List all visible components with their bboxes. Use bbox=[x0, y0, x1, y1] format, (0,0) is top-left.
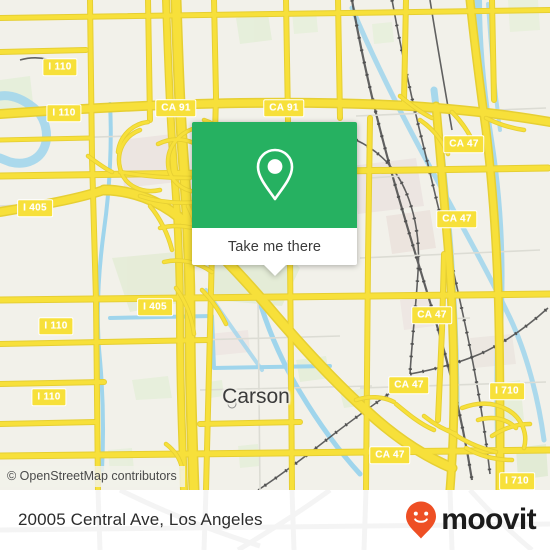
osm-attribution[interactable]: © OpenStreetMap contributors bbox=[0, 466, 185, 488]
highway-shield: I 110 bbox=[46, 104, 82, 122]
highway-shield: I 710 bbox=[489, 382, 525, 400]
highway-shield: CA 47 bbox=[388, 376, 430, 394]
footer-content: 20005 Central Ave, Los Angeles moovit bbox=[0, 490, 550, 550]
location-popup-card[interactable]: Take me there bbox=[192, 122, 357, 276]
moovit-wordmark: moovit bbox=[441, 503, 536, 536]
moovit-smiley-pin-icon bbox=[406, 501, 437, 539]
popup-action-bar[interactable]: Take me there bbox=[192, 228, 357, 276]
highway-shield: CA 47 bbox=[411, 306, 453, 324]
moovit-brand[interactable]: moovit bbox=[404, 500, 537, 540]
highway-shield: I 110 bbox=[38, 317, 74, 335]
highway-shield: CA 47 bbox=[436, 210, 478, 228]
highway-shield: I 405 bbox=[137, 298, 173, 316]
footer-bar: 20005 Central Ave, Los Angeles moovit bbox=[0, 490, 550, 550]
highway-shield: I 405 bbox=[17, 199, 53, 217]
map-canvas[interactable]: Carson I 110 CA 91 CA 91 CA 47 I 110 I 4… bbox=[0, 0, 550, 490]
highway-shield: CA 91 bbox=[155, 99, 197, 117]
highway-shield: CA 91 bbox=[263, 99, 305, 117]
map-screenshot-root: Carson I 110 CA 91 CA 91 CA 47 I 110 I 4… bbox=[0, 0, 550, 550]
highway-shield: CA 47 bbox=[369, 446, 411, 464]
popup-pointer-tail bbox=[263, 265, 286, 276]
place-label-carson: Carson bbox=[222, 385, 290, 408]
highway-shield: I 110 bbox=[31, 388, 67, 406]
map-pin-icon bbox=[256, 148, 293, 201]
address-label: 20005 Central Ave, Los Angeles bbox=[18, 510, 263, 529]
highway-shield: CA 47 bbox=[443, 135, 485, 153]
highway-shield: I 110 bbox=[42, 58, 78, 76]
highway-shield: I 710 bbox=[499, 472, 535, 490]
popup-icon-area bbox=[192, 122, 357, 228]
take-me-there-label: Take me there bbox=[227, 238, 322, 255]
